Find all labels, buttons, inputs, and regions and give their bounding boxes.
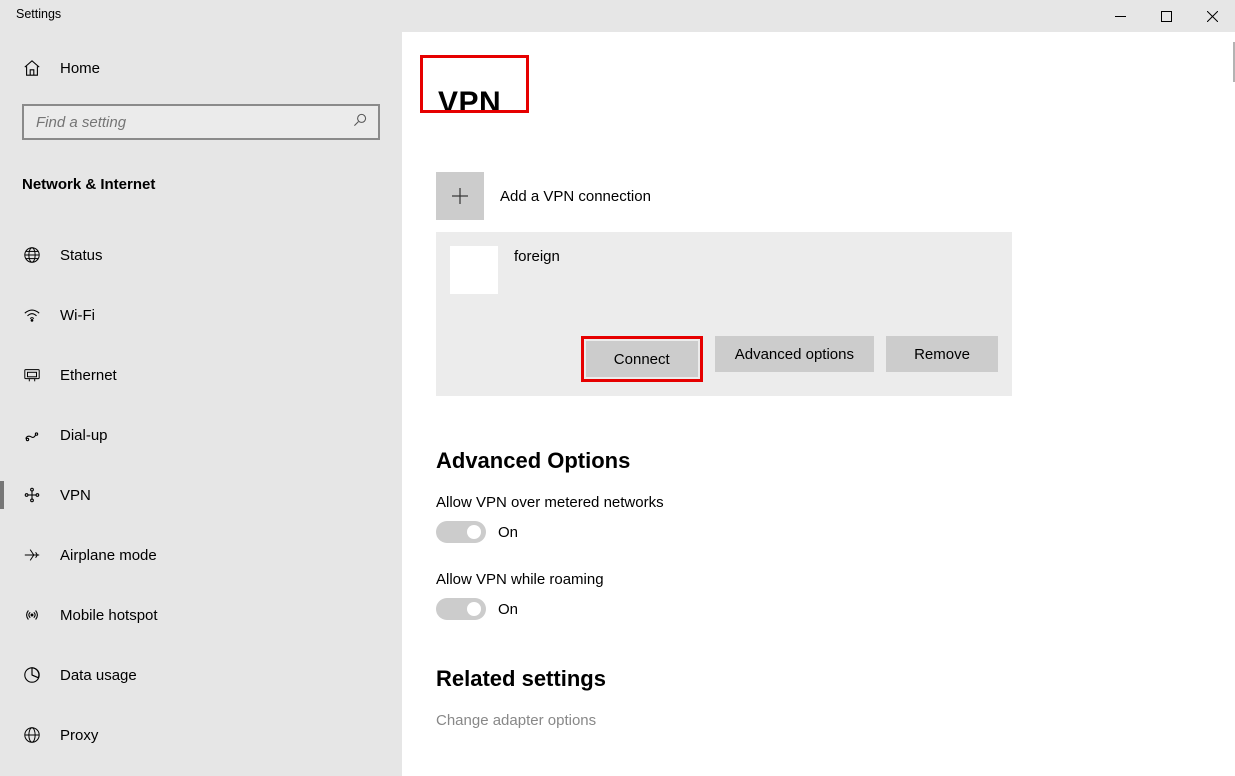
sidebar-item-proxy[interactable]: Proxy (0, 705, 402, 765)
plus-icon (436, 172, 484, 220)
related-settings-heading: Related settings (436, 666, 1235, 692)
sidebar-item-label: Airplane mode (60, 547, 157, 564)
titlebar: Settings (0, 0, 1235, 32)
data-usage-icon (22, 666, 42, 684)
advanced-options-button[interactable]: Advanced options (715, 336, 874, 372)
hotspot-icon (22, 606, 42, 624)
window-title: Settings (0, 0, 61, 21)
dialup-icon (22, 426, 42, 444)
toggle-metered-state: On (498, 524, 518, 541)
vpn-connection-name: foreign (514, 248, 560, 265)
vpn-connection-icon (450, 246, 498, 294)
sidebar-item-vpn[interactable]: VPN (0, 465, 402, 525)
proxy-icon (22, 726, 42, 744)
globe-icon (22, 246, 42, 264)
sidebar-item-label: VPN (60, 487, 91, 504)
search-icon (352, 112, 368, 132)
wifi-icon (22, 306, 42, 324)
sidebar-category: Network & Internet (0, 140, 402, 207)
sidebar-home[interactable]: Home (0, 32, 402, 104)
sidebar-nav: Status Wi-Fi Ethernet (0, 207, 402, 765)
sidebar-item-hotspot[interactable]: Mobile hotspot (0, 585, 402, 645)
window-controls (1097, 0, 1235, 32)
sidebar-item-label: Ethernet (60, 367, 117, 384)
home-icon (22, 59, 42, 77)
sidebar-item-ethernet[interactable]: Ethernet (0, 345, 402, 405)
highlight-connect-box: Connect (581, 336, 703, 382)
connect-button[interactable]: Connect (586, 341, 698, 377)
sidebar: Home Network & Internet Stat (0, 32, 402, 776)
change-adapter-options-link[interactable]: Change adapter options (436, 712, 1235, 729)
search-input-wrapper[interactable] (22, 104, 380, 140)
toggle-metered: Allow VPN over metered networks On (436, 494, 1235, 543)
vpn-icon (22, 486, 42, 504)
window-maximize-button[interactable] (1143, 0, 1189, 32)
advanced-options-heading: Advanced Options (436, 448, 1235, 474)
toggle-roaming-label: Allow VPN while roaming (436, 571, 1235, 588)
toggle-metered-switch[interactable] (436, 521, 486, 543)
remove-button[interactable]: Remove (886, 336, 998, 372)
sidebar-item-label: Dial-up (60, 427, 108, 444)
sidebar-item-airplane[interactable]: Airplane mode (0, 525, 402, 585)
sidebar-item-wifi[interactable]: Wi-Fi (0, 285, 402, 345)
content-area: VPN Add a VPN connection foreign Connect… (402, 32, 1235, 776)
sidebar-item-label: Data usage (60, 667, 137, 684)
add-vpn-button[interactable]: Add a VPN connection (436, 172, 1235, 220)
sidebar-item-label: Mobile hotspot (60, 607, 158, 624)
toggle-roaming: Allow VPN while roaming On (436, 571, 1235, 620)
window-close-button[interactable] (1189, 0, 1235, 32)
sidebar-item-datausage[interactable]: Data usage (0, 645, 402, 705)
toggle-metered-label: Allow VPN over metered networks (436, 494, 1235, 511)
toggle-roaming-state: On (498, 601, 518, 618)
toggle-roaming-switch[interactable] (436, 598, 486, 620)
window-minimize-button[interactable] (1097, 0, 1143, 32)
sidebar-home-label: Home (60, 60, 100, 77)
search-input[interactable] (34, 113, 352, 132)
sidebar-item-label: Wi-Fi (60, 307, 95, 324)
ethernet-icon (22, 366, 42, 384)
sidebar-item-label: Proxy (60, 727, 98, 744)
sidebar-item-status[interactable]: Status (0, 225, 402, 285)
add-vpn-label: Add a VPN connection (500, 188, 651, 205)
sidebar-item-label: Status (60, 247, 103, 264)
vpn-connection-card[interactable]: foreign Connect Advanced options Remove (436, 232, 1012, 396)
airplane-icon (22, 546, 42, 564)
sidebar-item-dialup[interactable]: Dial-up (0, 405, 402, 465)
page-title: VPN (436, 84, 525, 122)
